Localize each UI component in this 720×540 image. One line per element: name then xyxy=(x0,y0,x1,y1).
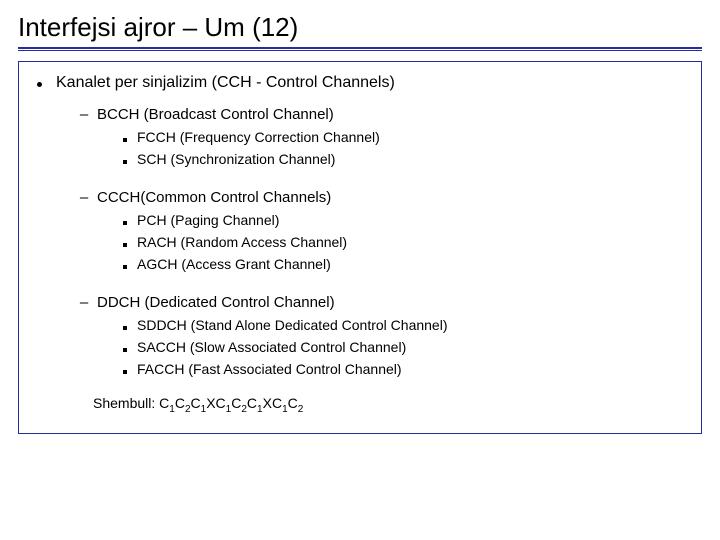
example-sequence: C1C2C1XC1C2C1XC1C2 xyxy=(159,395,303,411)
item-row: FCCH (Frequency Correction Channel) xyxy=(123,129,697,145)
dash-icon: – xyxy=(79,294,89,311)
mini-bullet-icon xyxy=(123,138,127,142)
page-title: Interfejsi ajror – Um (12) xyxy=(18,12,702,43)
section-title: BCCH (Broadcast Control Channel) xyxy=(97,106,334,123)
item-row: SACCH (Slow Associated Control Channel) xyxy=(123,339,697,355)
item-text: SACCH (Slow Associated Control Channel) xyxy=(137,339,406,355)
section-title: CCCH(Common Control Channels) xyxy=(97,189,331,206)
mini-bullet-icon xyxy=(123,243,127,247)
section-title: DDCH (Dedicated Control Channel) xyxy=(97,294,335,311)
bullet-icon xyxy=(37,82,42,87)
item-text: SCH (Synchronization Channel) xyxy=(137,151,335,167)
mini-bullet-icon xyxy=(123,370,127,374)
item-text: FCCH (Frequency Correction Channel) xyxy=(137,129,380,145)
dash-icon: – xyxy=(79,189,89,206)
example-row: Shembull: C1C2C1XC1C2C1XC1C2 xyxy=(93,395,697,415)
example-label: Shembull: xyxy=(93,395,159,411)
item-row: AGCH (Access Grant Channel) xyxy=(123,256,697,272)
section-row: – DDCH (Dedicated Control Channel) xyxy=(79,294,697,311)
heading-row: Kanalet per sinjalizim (CCH - Control Ch… xyxy=(37,74,697,92)
title-divider xyxy=(18,47,702,51)
item-row: PCH (Paging Channel) xyxy=(123,212,697,228)
item-text: SDDCH (Stand Alone Dedicated Control Cha… xyxy=(137,317,448,333)
item-text: FACCH (Fast Associated Control Channel) xyxy=(137,361,402,377)
heading-text: Kanalet per sinjalizim (CCH - Control Ch… xyxy=(56,74,395,92)
mini-bullet-icon xyxy=(123,348,127,352)
section-row: – BCCH (Broadcast Control Channel) xyxy=(79,106,697,123)
mini-bullet-icon xyxy=(123,160,127,164)
content-box: Kanalet per sinjalizim (CCH - Control Ch… xyxy=(18,61,702,434)
dash-icon: – xyxy=(79,106,89,123)
item-row: SCH (Synchronization Channel) xyxy=(123,151,697,167)
item-text: RACH (Random Access Channel) xyxy=(137,234,347,250)
item-row: FACCH (Fast Associated Control Channel) xyxy=(123,361,697,377)
mini-bullet-icon xyxy=(123,326,127,330)
section-row: – CCCH(Common Control Channels) xyxy=(79,189,697,206)
item-row: SDDCH (Stand Alone Dedicated Control Cha… xyxy=(123,317,697,333)
mini-bullet-icon xyxy=(123,265,127,269)
item-text: AGCH (Access Grant Channel) xyxy=(137,256,331,272)
item-row: RACH (Random Access Channel) xyxy=(123,234,697,250)
item-text: PCH (Paging Channel) xyxy=(137,212,279,228)
mini-bullet-icon xyxy=(123,221,127,225)
